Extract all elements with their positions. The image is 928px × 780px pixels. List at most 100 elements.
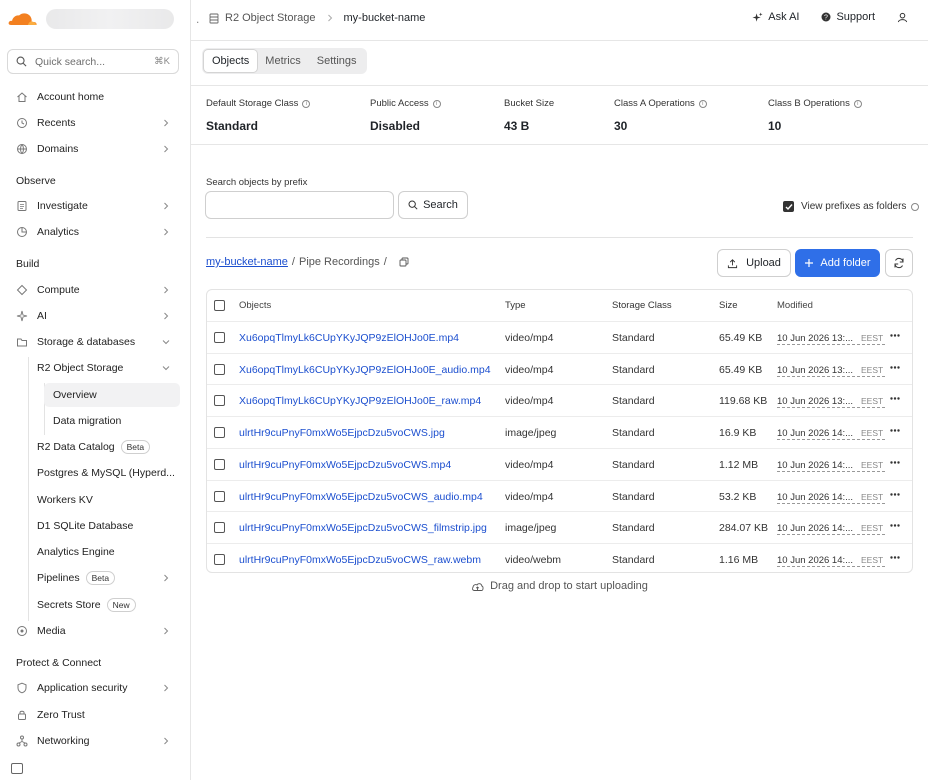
- plus-icon: [805, 259, 814, 267]
- sidebar-item-investigate[interactable]: Investigate: [0, 194, 191, 218]
- sidebar-item-account-home[interactable]: Account home: [0, 85, 191, 109]
- table-row[interactable]: ulrtHr9cuPnyF0mxWo5EjpcDzu5voCWS.jpg imag…: [207, 417, 912, 449]
- table-row[interactable]: ulrtHr9cuPnyF0mxWo5EjpcDzu5voCWS.mp4 vide…: [207, 449, 912, 481]
- object-modified[interactable]: 10 Jun 2026 14:... EEST: [777, 522, 885, 536]
- object-name-link[interactable]: Xu6opqTlmyLk6CUpYKyJQP9zElOHJo0E_audio.m…: [239, 364, 491, 376]
- sidebar-item-pipelines[interactable]: Pipelines Beta: [0, 566, 191, 590]
- sidebar-item-d1[interactable]: D1 SQLite Database: [0, 514, 191, 538]
- object-name-link[interactable]: ulrtHr9cuPnyF0mxWo5EjpcDzu5voCWS_filmstr…: [239, 522, 487, 534]
- object-modified[interactable]: 10 Jun 2026 13:... EEST: [777, 332, 885, 345]
- tab-metrics[interactable]: Metrics: [257, 50, 308, 72]
- collapse-sidebar-icon[interactable]: [11, 763, 23, 774]
- sidebar-item-workers-kv[interactable]: Workers KV: [0, 488, 191, 512]
- object-name-link[interactable]: Xu6opqTlmyLk6CUpYKyJQP9zElOHJo0E.mp4: [239, 332, 459, 344]
- object-name-link[interactable]: ulrtHr9cuPnyF0mxWo5EjpcDzu5voCWS.jpg: [239, 427, 445, 439]
- row-checkbox[interactable]: [214, 458, 225, 470]
- more-options-icon[interactable]: [890, 556, 900, 559]
- info-icon[interactable]: i: [853, 99, 862, 108]
- sidebar-item-networking[interactable]: Networking: [0, 729, 191, 753]
- object-name-link[interactable]: Xu6opqTlmyLk6CUpYKyJQP9zElOHJo0E_raw.mp4: [239, 395, 481, 407]
- object-size: 65.49 KB: [719, 363, 763, 376]
- tab-settings[interactable]: Settings: [309, 50, 365, 72]
- sidebar-item-overview[interactable]: Overview: [44, 383, 180, 407]
- more-options-icon[interactable]: [890, 524, 900, 527]
- sidebar-item-recents[interactable]: Recents: [0, 111, 191, 135]
- object-modified[interactable]: 10 Jun 2026 13:... EEST: [777, 395, 885, 409]
- ask-ai-button[interactable]: Ask AI: [752, 11, 799, 23]
- object-name-link[interactable]: ulrtHr9cuPnyF0mxWo5EjpcDzu5voCWS_audio.m…: [239, 491, 483, 503]
- info-icon[interactable]: i: [698, 99, 707, 108]
- brand[interactable]: .: [8, 8, 199, 30]
- object-modified[interactable]: 10 Jun 2026 14:... EEST: [777, 459, 885, 472]
- quick-search-input[interactable]: Quick search... ⌘K: [7, 49, 179, 74]
- tab-objects[interactable]: Objects: [204, 50, 258, 72]
- sidebar-item-media[interactable]: Media: [0, 619, 191, 643]
- drop-zone[interactable]: Drag and drop to start uploading: [191, 580, 928, 592]
- refresh-button[interactable]: [885, 249, 913, 277]
- header-type[interactable]: Type: [505, 300, 526, 311]
- user-menu-button[interactable]: [897, 12, 908, 23]
- more-options-icon[interactable]: [890, 334, 900, 337]
- more-options-icon[interactable]: [890, 461, 900, 464]
- header-storage-class[interactable]: Storage Class: [612, 300, 672, 311]
- object-storage-class: Standard: [612, 395, 655, 408]
- object-modified[interactable]: 10 Jun 2026 14:... EEST: [777, 427, 885, 440]
- object-name-link[interactable]: ulrtHr9cuPnyF0mxWo5EjpcDzu5voCWS_raw.web…: [239, 554, 481, 566]
- row-checkbox[interactable]: [214, 331, 225, 343]
- view-prefixes-checkbox[interactable]: [783, 201, 794, 212]
- table-row[interactable]: ulrtHr9cuPnyF0mxWo5EjpcDzu5voCWS_audio.m…: [207, 481, 912, 513]
- select-all-checkbox[interactable]: [214, 300, 225, 311]
- search-button[interactable]: Search: [398, 191, 468, 219]
- sidebar-item-analytics[interactable]: Analytics: [0, 220, 191, 244]
- sidebar-item-zero-trust[interactable]: Zero Trust: [0, 703, 191, 727]
- header-objects[interactable]: Objects: [239, 300, 271, 311]
- object-modified[interactable]: 10 Jun 2026 13:... EEST: [777, 364, 885, 377]
- support-button[interactable]: ? Support: [821, 11, 875, 23]
- chevron-right-icon: [164, 202, 169, 210]
- row-checkbox[interactable]: [214, 363, 225, 375]
- info-icon[interactable]: [911, 202, 920, 211]
- sidebar-item-domains[interactable]: Domains: [0, 137, 191, 161]
- copy-icon[interactable]: [399, 257, 409, 267]
- more-options-icon[interactable]: [890, 492, 900, 496]
- sidebar-item-compute[interactable]: Compute: [0, 278, 191, 302]
- sidebar-item-hyperdrive[interactable]: Postgres & MySQL (Hyperd...: [0, 461, 191, 485]
- sidebar-item-secrets-store[interactable]: Secrets Store New: [0, 593, 191, 617]
- row-checkbox[interactable]: [214, 522, 225, 534]
- path-root-link[interactable]: my-bucket-name: [206, 256, 288, 268]
- object-modified[interactable]: 10 Jun 2026 14:... EEST: [777, 554, 885, 567]
- sidebar-item-data-migration[interactable]: Data migration: [0, 409, 191, 433]
- table-row[interactable]: Xu6opqTlmyLk6CUpYKyJQP9zElOHJo0E.mp4 vide…: [207, 322, 912, 354]
- sidebar-item-r2-data-catalog[interactable]: R2 Data Catalog Beta: [0, 435, 191, 459]
- table-row[interactable]: Xu6opqTlmyLk6CUpYKyJQP9zElOHJo0E_audio.m…: [207, 354, 912, 386]
- sidebar-item-storage-databases[interactable]: Storage & databases: [0, 330, 191, 354]
- sidebar-item-ai[interactable]: AI: [0, 304, 191, 328]
- header-modified[interactable]: Modified: [777, 300, 813, 311]
- more-options-icon[interactable]: [890, 397, 900, 400]
- sidebar-item-r2-object-storage[interactable]: R2 Object Storage: [0, 356, 191, 380]
- table-row[interactable]: ulrtHr9cuPnyF0mxWo5EjpcDzu5voCWS_filmstr…: [207, 512, 912, 544]
- prefix-search-input[interactable]: [205, 191, 394, 219]
- row-checkbox[interactable]: [214, 395, 225, 407]
- breadcrumb-service[interactable]: R2 Object Storage: [225, 12, 316, 24]
- info-icon[interactable]: i: [432, 99, 441, 108]
- more-options-icon[interactable]: [890, 429, 900, 432]
- row-checkbox[interactable]: [214, 554, 225, 565]
- object-name-link[interactable]: ulrtHr9cuPnyF0mxWo5EjpcDzu5voCWS.mp4: [239, 459, 451, 471]
- row-checkbox[interactable]: [214, 427, 225, 438]
- object-modified[interactable]: 10 Jun 2026 14:... EEST: [777, 491, 885, 504]
- stat-class-a-operations: Class A Operations i 30: [614, 98, 707, 133]
- header-size[interactable]: Size: [719, 300, 737, 311]
- table-row[interactable]: ulrtHr9cuPnyF0mxWo5EjpcDzu5voCWS_raw.web…: [207, 544, 912, 576]
- view-prefixes-toggle[interactable]: View prefixes as folders: [783, 201, 920, 212]
- row-checkbox[interactable]: [214, 490, 225, 502]
- upload-button[interactable]: Upload: [717, 249, 791, 277]
- more-options-icon[interactable]: [890, 365, 900, 369]
- chevron-right-icon: [164, 684, 169, 692]
- sidebar-item-application-security[interactable]: Application security: [0, 676, 191, 700]
- modified-date: 10 Jun 2026 13:...: [777, 332, 854, 344]
- info-icon[interactable]: i: [302, 99, 311, 108]
- add-folder-button[interactable]: Add folder: [795, 249, 880, 277]
- table-row[interactable]: Xu6opqTlmyLk6CUpYKyJQP9zElOHJo0E_raw.mp4…: [207, 385, 912, 417]
- sidebar-item-analytics-engine[interactable]: Analytics Engine: [0, 540, 191, 564]
